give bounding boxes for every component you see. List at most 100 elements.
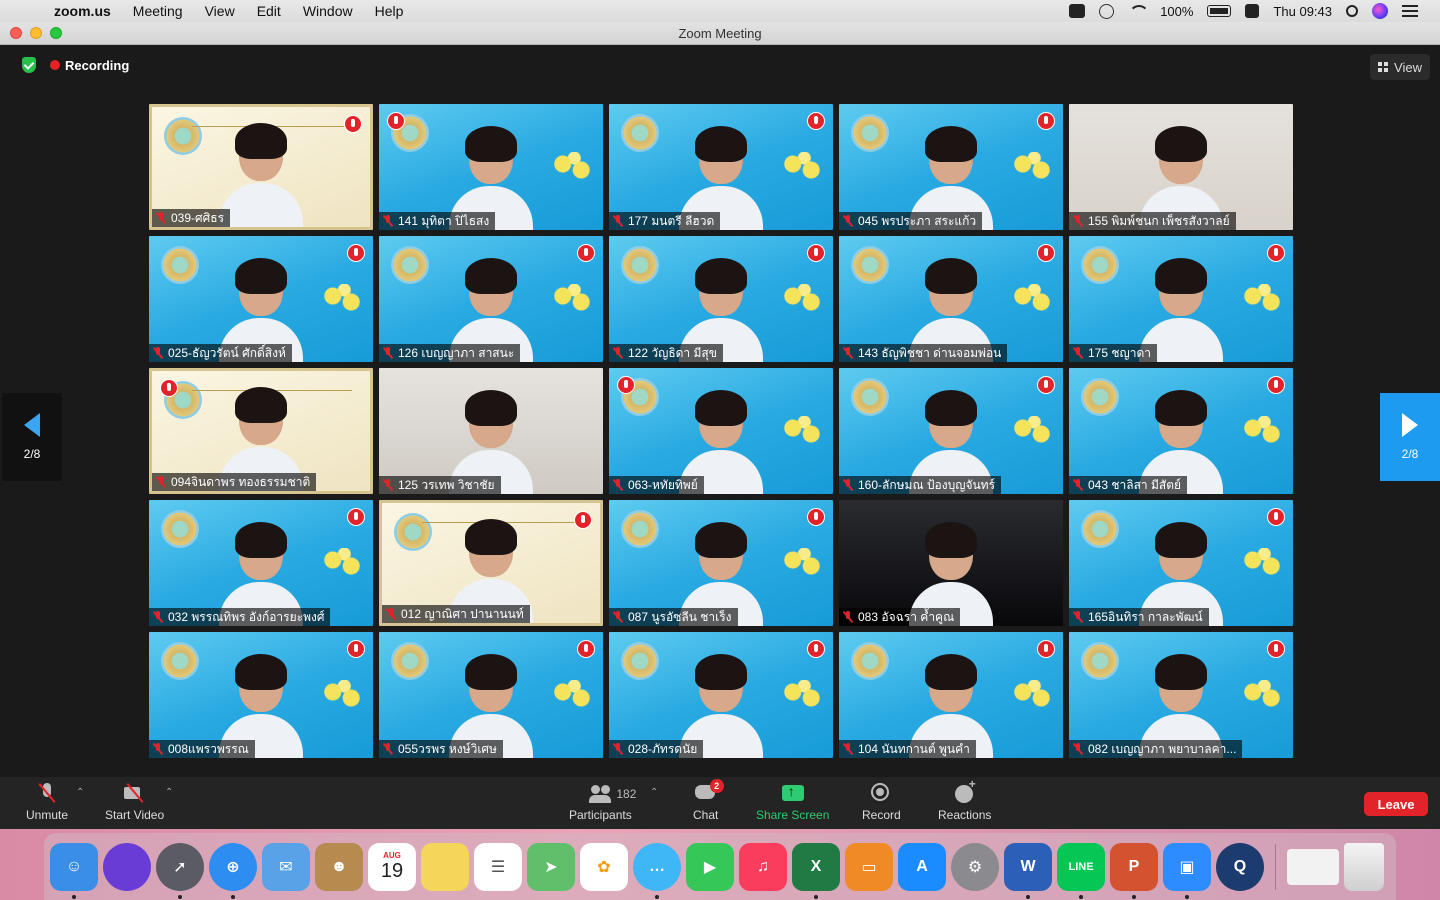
flower-decoration-icon bbox=[319, 548, 365, 578]
menu-window[interactable]: Window bbox=[303, 3, 353, 19]
participants-options-caret[interactable]: ⌃ bbox=[650, 787, 658, 798]
chat-button[interactable]: 2 Chat bbox=[693, 779, 724, 822]
menubar-clock[interactable]: Thu 09:43 bbox=[1273, 4, 1332, 19]
video-tile[interactable]: 032 พรรณทิพร อังก์อารยะพงศ์ bbox=[149, 500, 373, 626]
spotlight-search-icon[interactable] bbox=[1346, 5, 1358, 17]
word-icon[interactable]: W bbox=[1004, 842, 1052, 899]
maximize-window-button[interactable] bbox=[50, 27, 62, 39]
video-tile[interactable]: 083 อัจฉรา ค้ำคูณ bbox=[839, 500, 1063, 626]
screen-record-icon[interactable] bbox=[1069, 4, 1086, 18]
video-tile[interactable]: 094จินดาพร ทองธรรมชาติ bbox=[149, 368, 373, 494]
siri-icon[interactable] bbox=[1372, 3, 1388, 19]
video-tile[interactable]: 028-ภัทรดนัย bbox=[609, 632, 833, 758]
menu-help[interactable]: Help bbox=[375, 3, 404, 19]
notification-center-icon[interactable] bbox=[1402, 5, 1418, 17]
notes-icon[interactable] bbox=[421, 842, 469, 891]
meeting-top-info: Recording bbox=[22, 57, 129, 73]
record-icon bbox=[870, 783, 892, 803]
system-preferences-icon[interactable]: ⚙ bbox=[951, 842, 999, 891]
zoom-app-icon[interactable]: ▣ bbox=[1163, 842, 1211, 899]
previous-page-button[interactable]: 2/8 bbox=[2, 393, 62, 481]
line-status-icon[interactable] bbox=[1099, 3, 1115, 19]
video-tile[interactable]: 045 พรประภา สระแก้ว bbox=[839, 104, 1063, 230]
excel-icon[interactable]: X bbox=[792, 842, 840, 899]
contacts-icon[interactable]: ☻ bbox=[315, 842, 363, 891]
video-tile[interactable]: 175 ชญาดา bbox=[1069, 236, 1293, 362]
muted-microphone-icon bbox=[1073, 347, 1083, 359]
calendar-month: AUG bbox=[383, 850, 401, 860]
participant-name-tag: 028-ภัทรดนัย bbox=[609, 740, 704, 758]
university-seal-icon bbox=[1081, 246, 1119, 284]
video-tile[interactable]: 122 วัญธิดา มีสุข bbox=[609, 236, 833, 362]
video-tile[interactable]: 104 นันทกานต์ พูนคำ bbox=[839, 632, 1063, 758]
facetime-icon[interactable]: ▶ bbox=[686, 842, 734, 891]
input-method-icon[interactable] bbox=[1245, 4, 1260, 18]
video-tile[interactable]: 177 มนตรี ลีฮวด bbox=[609, 104, 833, 230]
encryption-shield-icon[interactable] bbox=[22, 57, 36, 73]
participant-name-tag: 125 วรเทพ วิชาชัย bbox=[379, 476, 501, 494]
safari-icon[interactable]: ⊕ bbox=[209, 842, 257, 899]
menu-edit[interactable]: Edit bbox=[257, 3, 281, 19]
leave-button[interactable]: Leave bbox=[1364, 792, 1428, 816]
chat-bubble-icon: 2 bbox=[694, 779, 724, 803]
view-button[interactable]: View bbox=[1370, 54, 1430, 80]
video-tile[interactable]: 165อินทิรา กาละพัฒน์ bbox=[1069, 500, 1293, 626]
photos-icon[interactable]: ✿ bbox=[580, 842, 628, 891]
participants-button[interactable]: 182 Participants bbox=[569, 783, 636, 822]
app-store-icon[interactable]: A bbox=[898, 842, 946, 891]
video-tile[interactable]: 063-หทัยทิพย์ bbox=[609, 368, 833, 494]
share-screen-button[interactable]: Share Screen bbox=[756, 783, 829, 822]
video-tile[interactable]: 160-ลักษมณ ป้องบุญจันทร์ bbox=[839, 368, 1063, 494]
maps-icon[interactable]: ➤ bbox=[527, 842, 575, 891]
line-app-icon[interactable]: LINE bbox=[1057, 842, 1105, 899]
battery-icon[interactable] bbox=[1207, 5, 1232, 17]
macos-menubar: zoom.us Meeting View Edit Window Help 10… bbox=[0, 0, 1440, 22]
video-tile[interactable]: 141 มุทิตา ปิไธสง bbox=[379, 104, 603, 230]
video-tile[interactable]: 155 พิมพ์ชนก เพ็ชรสังวาลย์ bbox=[1069, 104, 1293, 230]
messages-icon[interactable]: … bbox=[633, 842, 681, 899]
unmute-button[interactable]: Unmute bbox=[26, 783, 68, 822]
video-tile[interactable]: 087 นูรอัซลีน ชาเร็ง bbox=[609, 500, 833, 626]
menu-meeting[interactable]: Meeting bbox=[133, 3, 183, 19]
finder-icon[interactable]: ☺ bbox=[50, 842, 98, 899]
start-video-button[interactable]: Start Video bbox=[105, 783, 164, 822]
reactions-button[interactable]: Reactions bbox=[938, 777, 991, 822]
close-window-button[interactable] bbox=[10, 27, 22, 39]
trash-icon[interactable] bbox=[1344, 842, 1384, 891]
video-tile[interactable]: 143 ธัญพิชชา ด่านจอมพ่อน bbox=[839, 236, 1063, 362]
menu-view[interactable]: View bbox=[205, 3, 235, 19]
video-tile[interactable]: 125 วรเทพ วิชาชัย bbox=[379, 368, 603, 494]
muted-microphone-icon bbox=[843, 347, 853, 359]
record-button[interactable]: Record bbox=[862, 783, 901, 822]
video-tile[interactable]: 126 เบญญาภา สาสนะ bbox=[379, 236, 603, 362]
siri-dock-icon[interactable] bbox=[103, 842, 151, 891]
next-page-button[interactable]: 2/8 bbox=[1380, 393, 1440, 481]
calendar-icon[interactable]: AUG 19 bbox=[368, 842, 416, 891]
quicktime-icon[interactable]: Q bbox=[1216, 842, 1264, 891]
video-tile[interactable]: 008แพรวพรรณ bbox=[149, 632, 373, 758]
menu-app-name[interactable]: zoom.us bbox=[54, 3, 111, 19]
downloads-stack-icon[interactable] bbox=[1287, 848, 1339, 885]
video-tile[interactable]: 039-ศศิธร bbox=[149, 104, 373, 230]
minimize-window-button[interactable] bbox=[30, 27, 42, 39]
launchpad-icon[interactable]: ➚ bbox=[156, 842, 204, 899]
video-tile[interactable]: 012 ญาณิศา ปานานนท์ bbox=[379, 500, 603, 626]
video-tile[interactable]: 055วรพร หงษ์วิเศษ bbox=[379, 632, 603, 758]
video-options-caret[interactable]: ⌃ bbox=[165, 787, 173, 798]
mail-icon[interactable]: ✉ bbox=[262, 842, 310, 891]
video-tile[interactable]: 043 ชาลิสา มีสัตย์ bbox=[1069, 368, 1293, 494]
music-icon[interactable]: ♫ bbox=[739, 842, 787, 891]
participant-hair bbox=[925, 126, 977, 162]
reminders-icon[interactable]: ☰ bbox=[474, 842, 522, 891]
recording-indicator[interactable]: Recording bbox=[50, 58, 129, 73]
video-tile[interactable]: 025-ธัญวรัตน์ ศักดิ์สิงห์ bbox=[149, 236, 373, 362]
audio-options-caret[interactable]: ⌃ bbox=[76, 787, 84, 798]
powerpoint-icon[interactable]: P bbox=[1110, 842, 1158, 899]
flower-decoration-icon bbox=[779, 548, 825, 578]
books-icon[interactable]: ▭ bbox=[845, 842, 893, 891]
participant-name: 104 นันทกานต์ พูนคำ bbox=[858, 741, 970, 756]
participant-hair bbox=[465, 126, 517, 162]
wifi-icon[interactable] bbox=[1128, 4, 1150, 18]
video-tile[interactable]: 082 เบญญาภา พยาบาลคา... bbox=[1069, 632, 1293, 758]
participant-name: 083 อัจฉรา ค้ำคูณ bbox=[858, 609, 955, 624]
